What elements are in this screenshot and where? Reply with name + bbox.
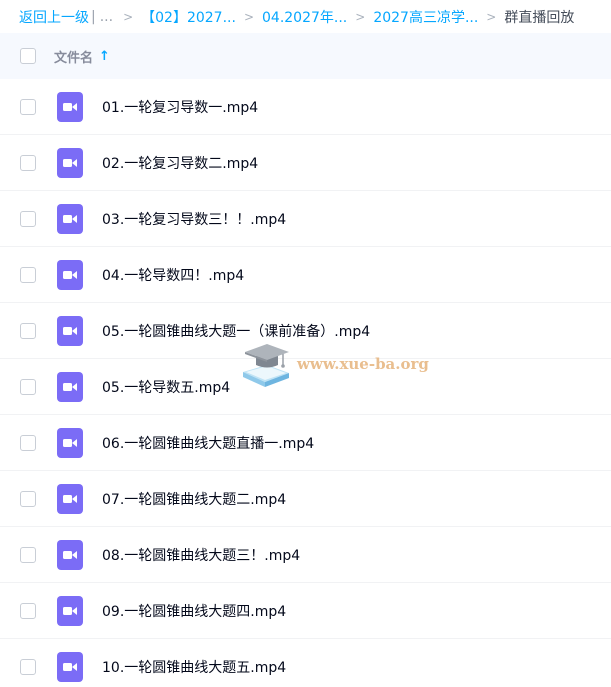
- file-name[interactable]: 04.一轮导数四！.mp4: [102, 265, 244, 285]
- chevron-right-icon: >: [486, 9, 497, 24]
- file-name[interactable]: 02.一轮复习导数二.mp4: [102, 153, 258, 173]
- video-icon: [57, 259, 83, 290]
- video-icon: [57, 91, 83, 122]
- file-row[interactable]: 04.一轮导数四！.mp4: [0, 247, 611, 303]
- filename-column-header[interactable]: 文件名: [54, 47, 93, 66]
- row-checkbox[interactable]: [20, 434, 36, 451]
- video-icon: [57, 315, 83, 346]
- breadcrumb-ellipsis[interactable]: ...: [100, 9, 113, 25]
- file-row[interactable]: 03.一轮复习导数三！！.mp4: [0, 191, 611, 247]
- breadcrumb-item-3[interactable]: 2027高三凉学...: [373, 7, 478, 27]
- row-checkbox[interactable]: [20, 210, 36, 227]
- breadcrumb: 返回上一级 | ... > 【02】2027... > 04.2027年... …: [0, 0, 611, 33]
- row-checkbox[interactable]: [20, 98, 36, 115]
- video-icon: [57, 203, 83, 234]
- row-checkbox[interactable]: [20, 658, 36, 675]
- file-row[interactable]: 01.一轮复习导数一.mp4: [0, 79, 611, 135]
- breadcrumb-current: 群直播回放: [504, 9, 575, 26]
- file-row[interactable]: 09.一轮圆锥曲线大题四.mp4: [0, 583, 611, 639]
- file-list: 01.一轮复习导数一.mp4 02.一轮复习导数二.mp4 03.一轮复习导数三！！…: [0, 79, 611, 687]
- file-browser: 返回上一级 | ... > 【02】2027... > 04.2027年... …: [0, 0, 611, 687]
- row-checkbox[interactable]: [20, 546, 36, 563]
- table-header: 文件名 ↑: [0, 33, 611, 79]
- chevron-right-icon: >: [243, 9, 254, 24]
- file-name[interactable]: 09.一轮圆锥曲线大题四.mp4: [102, 601, 286, 621]
- video-icon: [57, 427, 83, 458]
- file-row[interactable]: 05.一轮圆锥曲线大题一（课前准备）.mp4: [0, 303, 611, 359]
- chevron-right-icon: >: [123, 9, 134, 24]
- file-name[interactable]: 10.一轮圆锥曲线大题五.mp4: [102, 657, 286, 677]
- file-name[interactable]: 07.一轮圆锥曲线大题二.mp4: [102, 489, 286, 509]
- row-checkbox[interactable]: [20, 490, 36, 507]
- file-row[interactable]: 08.一轮圆锥曲线大题三！.mp4: [0, 527, 611, 583]
- breadcrumb-item-1[interactable]: 【02】2027...: [141, 7, 236, 27]
- file-row[interactable]: 05.一轮导数五.mp4: [0, 359, 611, 415]
- file-name[interactable]: 05.一轮导数五.mp4: [102, 377, 230, 397]
- video-icon: [57, 651, 83, 682]
- breadcrumb-divider: |: [91, 8, 96, 25]
- back-link[interactable]: 返回上一级: [19, 7, 89, 27]
- video-icon: [57, 147, 83, 178]
- chevron-right-icon: >: [355, 9, 366, 24]
- row-checkbox[interactable]: [20, 378, 36, 395]
- file-row[interactable]: 10.一轮圆锥曲线大题五.mp4: [0, 639, 611, 687]
- file-row[interactable]: 06.一轮圆锥曲线大题直播一.mp4: [0, 415, 611, 471]
- row-checkbox[interactable]: [20, 266, 36, 283]
- arrow-up-icon[interactable]: ↑: [99, 49, 110, 64]
- file-name[interactable]: 08.一轮圆锥曲线大题三！.mp4: [102, 545, 300, 565]
- video-icon: [57, 595, 83, 626]
- file-name[interactable]: 06.一轮圆锥曲线大题直播一.mp4: [102, 433, 314, 453]
- breadcrumb-item-2[interactable]: 04.2027年...: [262, 7, 347, 27]
- file-row[interactable]: 02.一轮复习导数二.mp4: [0, 135, 611, 191]
- select-all-checkbox[interactable]: [20, 48, 36, 64]
- file-name[interactable]: 01.一轮复习导数一.mp4: [102, 97, 258, 117]
- video-icon: [57, 371, 83, 402]
- video-icon: [57, 539, 83, 570]
- file-name[interactable]: 03.一轮复习导数三！！.mp4: [102, 209, 286, 229]
- file-name[interactable]: 05.一轮圆锥曲线大题一（课前准备）.mp4: [102, 321, 370, 341]
- row-checkbox[interactable]: [20, 602, 36, 619]
- file-row[interactable]: 07.一轮圆锥曲线大题二.mp4: [0, 471, 611, 527]
- video-icon: [57, 483, 83, 514]
- row-checkbox[interactable]: [20, 154, 36, 171]
- row-checkbox[interactable]: [20, 322, 36, 339]
